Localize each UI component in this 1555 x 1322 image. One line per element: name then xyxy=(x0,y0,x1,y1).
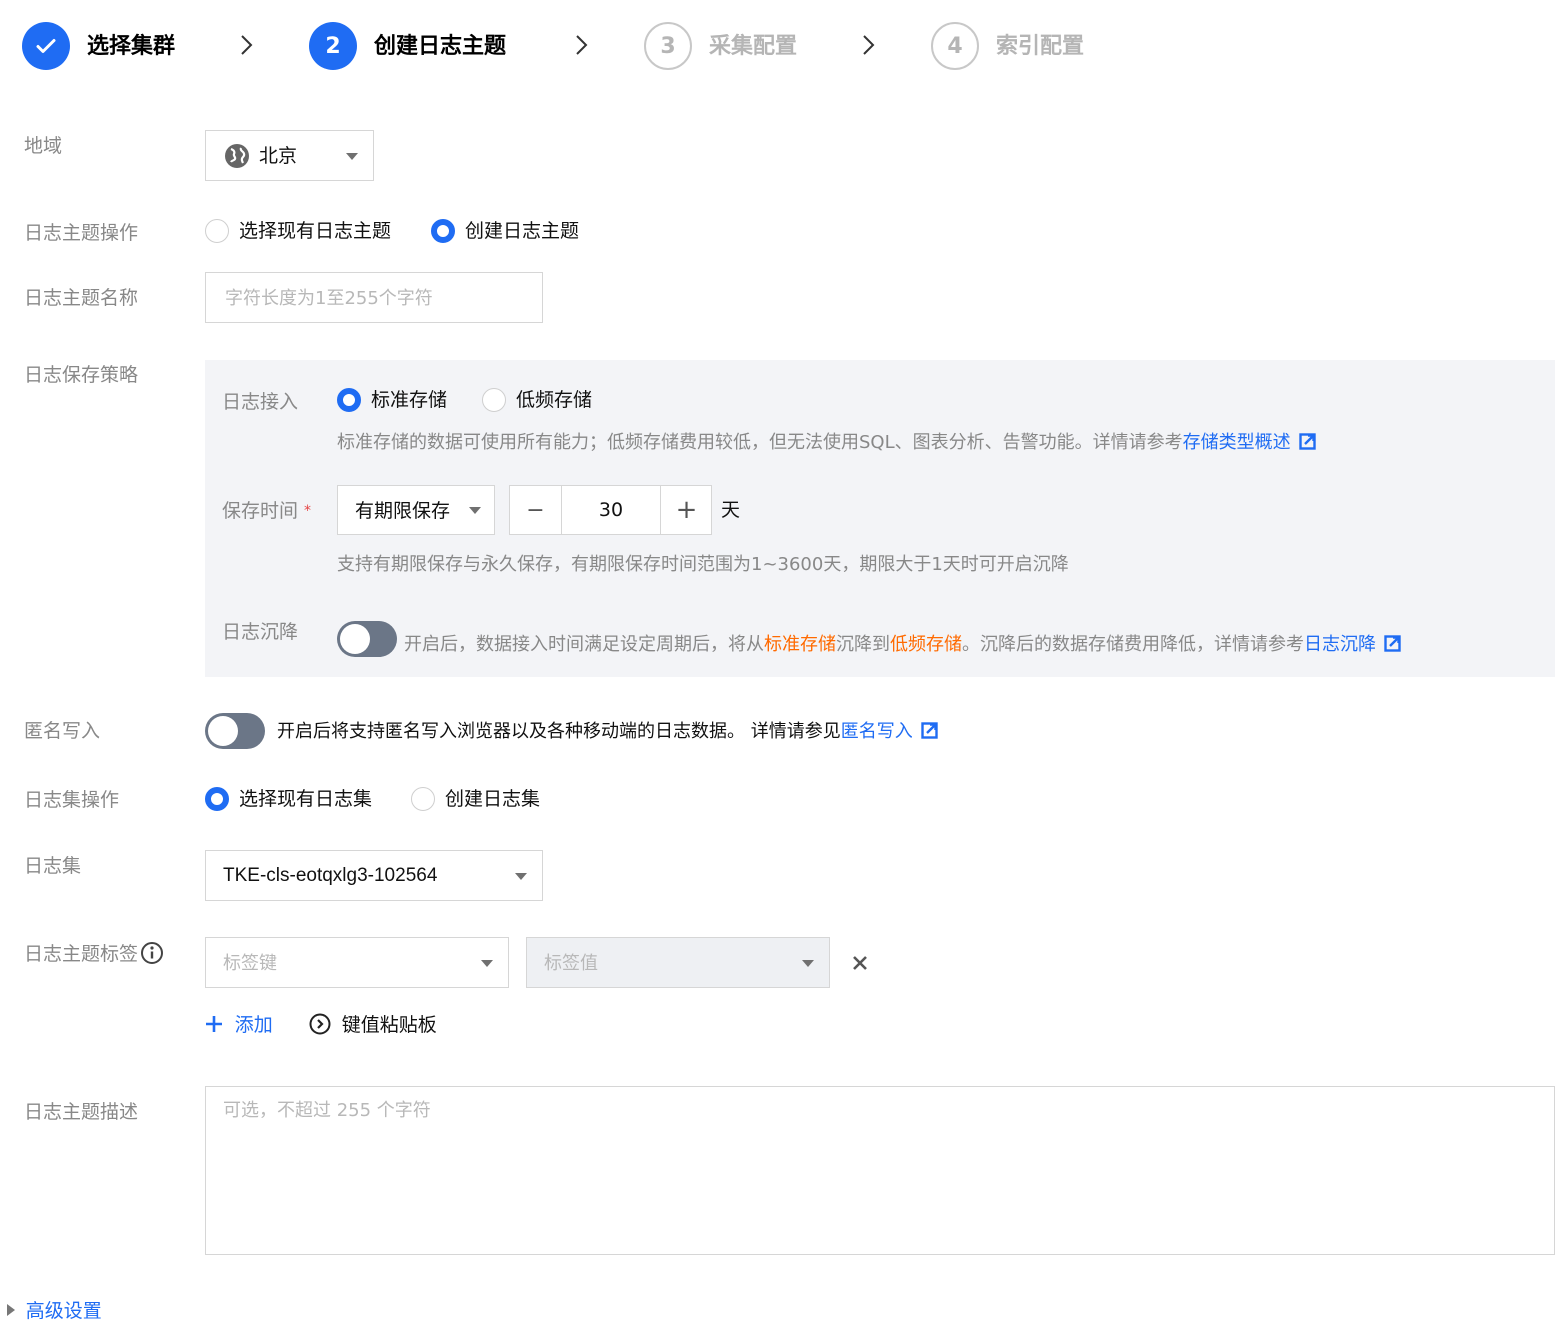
sink-hint-a: 开启后，数据接入时间满足设定周期后，将从 xyxy=(404,634,764,655)
region-value: 北京 xyxy=(259,145,298,167)
retention-panel: 日志接入 标准存储 低频存储 标准存储的数据可使用所有能力；低频存储费用较低，但… xyxy=(205,360,1555,677)
external-link-icon[interactable] xyxy=(1298,433,1316,450)
caret-down-icon xyxy=(469,507,481,514)
chevron-right-icon xyxy=(863,35,875,55)
region-select[interactable]: 北京 xyxy=(205,130,374,181)
info-icon[interactable] xyxy=(140,941,164,965)
radio-standard-storage[interactable] xyxy=(337,388,361,412)
step-4-label: 索引配置 xyxy=(996,34,1085,59)
radio-infrequent-storage[interactable] xyxy=(482,388,506,412)
external-link-icon[interactable] xyxy=(1384,635,1401,652)
tag-value-select[interactable]: 标签值 xyxy=(526,937,830,988)
radio-select-existing-topic[interactable] xyxy=(205,219,229,243)
close-icon[interactable] xyxy=(852,955,868,971)
tags-label-text: 日志主题标签 xyxy=(24,943,139,965)
sink-hint: 开启后，数据接入时间满足设定周期后，将从标准存储沉降到低频存储。沉降后的数据存储… xyxy=(404,632,1401,658)
radio-select-existing-set-label[interactable]: 选择现有日志集 xyxy=(239,786,372,812)
globe-icon xyxy=(225,144,249,168)
sink-hint-e: 。沉降后的数据存储费用降低，详情请参考 xyxy=(962,634,1304,655)
radio-infrequent-storage-label[interactable]: 低频存储 xyxy=(516,387,592,413)
topic-name-input[interactable]: 字符长度为1至255个字符 xyxy=(205,272,543,323)
logset-value: TKE-cls-eotqxlg3-102564 xyxy=(223,865,438,886)
caret-down-icon xyxy=(515,873,527,880)
caret-down-icon xyxy=(481,960,493,967)
tags-label: 日志主题标签 xyxy=(24,941,164,967)
check-icon xyxy=(36,39,56,53)
chevron-circle-icon xyxy=(309,1013,331,1035)
topic-op-label: 日志主题操作 xyxy=(24,222,139,244)
sink-hint-c: 沉降到 xyxy=(836,634,890,655)
chevron-right-icon xyxy=(576,35,588,55)
retention-label: 日志保存策略 xyxy=(24,364,139,386)
anon-toggle[interactable] xyxy=(205,713,265,749)
sink-doc-link[interactable]: 日志沉降 xyxy=(1304,634,1376,655)
increment-button[interactable]: + xyxy=(660,486,712,534)
topic-name-label: 日志主题名称 xyxy=(24,287,139,309)
caret-down-icon xyxy=(802,960,814,967)
set-op-label: 日志集操作 xyxy=(24,789,120,811)
advanced-settings-label: 高级设置 xyxy=(25,1300,102,1322)
step-1-label: 选择集群 xyxy=(87,34,176,59)
retention-days-stepper[interactable]: − 30 + xyxy=(509,485,712,535)
external-link-icon[interactable] xyxy=(921,722,938,739)
step-3-label: 采集配置 xyxy=(709,34,798,59)
anon-label: 匿名写入 xyxy=(24,720,101,742)
sink-label: 日志沉降 xyxy=(222,621,299,643)
radio-create-topic-label[interactable]: 创建日志主题 xyxy=(465,218,579,244)
anon-doc-link[interactable]: 匿名写入 xyxy=(841,721,913,742)
desc-textarea[interactable]: 可选，不超过 255 个字符 xyxy=(205,1086,1555,1255)
desc-placeholder: 可选，不超过 255 个字符 xyxy=(223,1100,431,1121)
plus-icon xyxy=(206,1016,222,1032)
retention-time-label: 保存时间 * xyxy=(222,498,311,524)
topic-name-placeholder: 字符长度为1至255个字符 xyxy=(225,288,433,309)
desc-label: 日志主题描述 xyxy=(24,1101,139,1123)
add-tag-button[interactable]: 添加 xyxy=(205,1010,273,1037)
ingest-hint-text: 标准存储的数据可使用所有能力；低频存储费用较低，但无法使用SQL、图表分析、告警… xyxy=(337,432,1183,453)
step-3-number: 3 xyxy=(644,22,692,70)
radio-create-set[interactable] xyxy=(411,787,435,811)
tag-key-placeholder: 标签键 xyxy=(223,953,277,974)
anon-hint-text: 开启后将支持匿名写入浏览器以及各种移动端的日志数据。 详情请参见 xyxy=(277,721,841,742)
storage-type-link[interactable]: 存储类型概述 xyxy=(1183,432,1291,453)
retention-days-input[interactable]: 30 xyxy=(562,486,660,534)
radio-select-existing-set[interactable] xyxy=(205,787,229,811)
step-4-number: 4 xyxy=(931,22,979,70)
chevron-right-icon xyxy=(241,35,253,55)
step-2-number: 2 xyxy=(309,22,357,70)
tag-key-select[interactable]: 标签键 xyxy=(205,937,509,988)
sink-toggle[interactable] xyxy=(337,621,397,657)
tag-value-placeholder: 标签值 xyxy=(544,953,598,974)
radio-select-existing-topic-label[interactable]: 选择现有日志主题 xyxy=(239,218,391,244)
add-tag-label: 添加 xyxy=(234,1014,273,1036)
toggle-knob xyxy=(340,624,370,654)
retention-time-label-text: 保存时间 xyxy=(222,500,299,522)
kv-paste-button[interactable]: 键值粘贴板 xyxy=(309,1010,437,1037)
decrement-button[interactable]: − xyxy=(510,486,562,534)
radio-create-set-label[interactable]: 创建日志集 xyxy=(445,786,540,812)
toggle-knob xyxy=(208,716,238,746)
logset-select[interactable]: TKE-cls-eotqxlg3-102564 xyxy=(205,850,543,901)
kv-paste-label: 键值粘贴板 xyxy=(341,1014,437,1036)
ingest-label: 日志接入 xyxy=(222,391,299,413)
sink-hint-standard: 标准存储 xyxy=(764,634,836,655)
step-2-label: 创建日志主题 xyxy=(374,34,507,59)
region-label: 地域 xyxy=(24,135,63,157)
required-mark: * xyxy=(304,503,312,519)
step-1-done-icon xyxy=(22,22,70,70)
radio-standard-storage-label[interactable]: 标准存储 xyxy=(371,387,447,413)
caret-down-icon xyxy=(346,153,358,160)
caret-right-icon xyxy=(7,1304,15,1316)
retention-unit: 天 xyxy=(721,499,741,521)
anon-hint: 开启后将支持匿名写入浏览器以及各种移动端的日志数据。 详情请参见匿名写入 xyxy=(277,719,938,745)
ingest-hint: 标准存储的数据可使用所有能力；低频存储费用较低，但无法使用SQL、图表分析、告警… xyxy=(337,430,1316,456)
retention-mode-value: 有期限保存 xyxy=(355,500,451,522)
logset-label: 日志集 xyxy=(24,855,82,877)
advanced-settings-toggle[interactable]: 高级设置 xyxy=(6,1296,102,1322)
radio-create-topic[interactable] xyxy=(431,219,455,243)
retention-time-hint: 支持有期限保存与永久保存，有期限保存时间范围为1~3600天，期限大于1天时可开… xyxy=(337,554,1069,575)
sink-hint-infrequent: 低频存储 xyxy=(890,634,962,655)
retention-mode-select[interactable]: 有期限保存 xyxy=(337,485,495,535)
